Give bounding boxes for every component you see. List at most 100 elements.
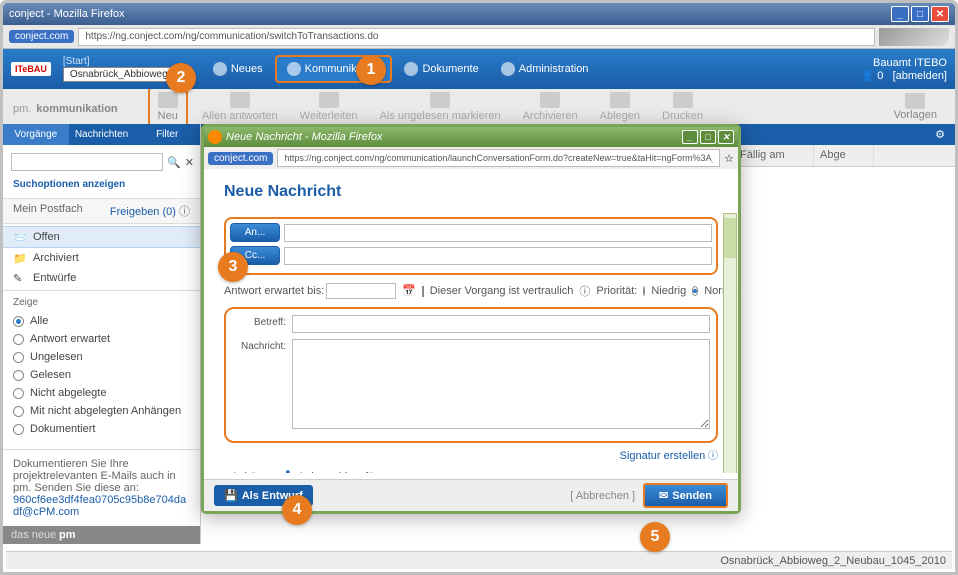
- status-project: Osnabrück_Abbioweg_2_Neubau_1045_2010: [720, 555, 946, 567]
- user-name: Bauamt ITEBO: [861, 57, 948, 69]
- nav-dokumente[interactable]: Dokumente: [394, 57, 488, 81]
- tab-nachrichten[interactable]: Nachrichten: [69, 124, 135, 145]
- betreff-row: Betreff:: [232, 315, 710, 333]
- star-icon[interactable]: ☆: [724, 152, 734, 165]
- radio-mit-anhaengen[interactable]: Mit nicht abgelegten Anhängen: [3, 402, 200, 420]
- tab-vorgaenge[interactable]: Vorgänge: [3, 124, 69, 145]
- radio-alle[interactable]: Alle: [3, 312, 200, 330]
- folder-archiviert[interactable]: 📁Archiviert: [3, 248, 200, 268]
- rss-icon: [213, 62, 227, 76]
- gear-icon: [501, 62, 515, 76]
- tab-filter[interactable]: Filter: [134, 124, 200, 145]
- minimize-button[interactable]: _: [891, 6, 909, 22]
- scrollbar-thumb[interactable]: [724, 218, 736, 258]
- logo-swoosh: [879, 28, 949, 46]
- content-area: Vorgänge Nachrichten Filter 🔍 ✕ Suchopti…: [3, 124, 955, 544]
- tool-weiterleiten[interactable]: Weiterleiten: [292, 89, 366, 125]
- prio-niedrig-radio[interactable]: [643, 286, 645, 296]
- archive-icon: [540, 92, 560, 108]
- radio-list: Alle Antwort erwartet Ungelesen Gelesen …: [3, 310, 200, 440]
- reply-all-icon: [230, 92, 250, 108]
- forward-icon: [319, 92, 339, 108]
- sidebar: Vorgänge Nachrichten Filter 🔍 ✕ Suchopti…: [3, 124, 201, 544]
- callout-1: 1: [356, 55, 386, 85]
- site-badge: conject.com: [9, 30, 74, 43]
- add-attachment-link[interactable]: Anhang hinzufügen: [298, 471, 393, 474]
- nav-administration[interactable]: Administration: [491, 57, 599, 81]
- radio-antwort-erwartet[interactable]: Antwort erwartet: [3, 330, 200, 348]
- sub-header: pm. kommunikation Neu Allen antworten We…: [3, 89, 955, 124]
- popup-maximize[interactable]: □: [700, 130, 716, 144]
- options-row: Antwort erwartet bis: 📅 Dieser Vorgang i…: [224, 283, 718, 299]
- popup-close[interactable]: ✕: [718, 130, 734, 144]
- radio-dokumentiert[interactable]: Dokumentiert: [3, 420, 200, 438]
- freigeben-link[interactable]: Freigeben (0) ⓘ: [110, 203, 190, 219]
- radio-icon: [13, 352, 24, 363]
- tool-allen-antworten[interactable]: Allen antworten: [194, 89, 286, 125]
- prio-normal-radio[interactable]: [692, 286, 698, 296]
- main-titlebar: conject - Mozilla Firefox _ □ ✕: [3, 3, 955, 25]
- attach-row: Anhänge: ✚ Anhang hinzufügen: [224, 468, 718, 473]
- vertraulich-checkbox[interactable]: [422, 286, 424, 297]
- th-abge[interactable]: Abge: [814, 145, 874, 166]
- search-clear[interactable]: ✕: [185, 154, 194, 170]
- callout-3: 3: [218, 252, 248, 282]
- search-input[interactable]: [11, 153, 163, 171]
- popup-url-input[interactable]: [277, 149, 720, 167]
- radio-icon: [13, 406, 24, 417]
- tool-drucken[interactable]: Drucken: [654, 89, 711, 125]
- search-button[interactable]: 🔍: [167, 154, 181, 170]
- tool-vorlagen[interactable]: Vorlagen: [886, 90, 945, 124]
- nav-neues[interactable]: Neues: [203, 57, 273, 81]
- maximize-button[interactable]: □: [911, 6, 929, 22]
- popup-scrollbar[interactable]: [723, 213, 737, 473]
- close-button[interactable]: ✕: [931, 6, 949, 22]
- itebau-logo: ITeBAU: [11, 62, 51, 76]
- project-select[interactable]: Osnabrück_Abbioweg_2: [63, 67, 183, 82]
- cc-field[interactable]: [284, 247, 712, 265]
- radio-gelesen[interactable]: Gelesen: [3, 366, 200, 384]
- popup-addressbar: conject.com ☆: [204, 147, 738, 169]
- subject-highlight: Betreff: Nachricht:: [224, 307, 718, 443]
- radio-ungelesen[interactable]: Ungelesen: [3, 348, 200, 366]
- popup-titlebar: Neue Nachricht - Mozilla Firefox _ □ ✕: [204, 127, 738, 147]
- search-options-link[interactable]: Suchoptionen anzeigen: [3, 179, 200, 198]
- calendar-icon[interactable]: 📅: [402, 284, 416, 298]
- status-bar: Osnabrück_Abbioweg_2_Neubau_1045_2010: [6, 551, 952, 569]
- callout-5: 5: [640, 522, 670, 552]
- cancel-link[interactable]: [ Abbrechen ]: [570, 490, 635, 502]
- envelope-send-icon: ✉: [659, 489, 668, 502]
- envelope-icon: [158, 92, 178, 108]
- logout-link[interactable]: [abmelden]: [893, 70, 947, 82]
- radio-nicht-abgelegte[interactable]: Nicht abgelegte: [3, 384, 200, 402]
- callout-4: 4: [282, 495, 312, 525]
- nachricht-field[interactable]: [292, 339, 710, 429]
- th-faellig[interactable]: Fällig am: [734, 145, 814, 166]
- user-icon: 👤: [861, 69, 875, 82]
- popup-site-badge: conject.com: [208, 152, 273, 165]
- signatur-link[interactable]: Signatur erstellen ⓘ: [224, 447, 718, 462]
- radio-icon: [13, 388, 24, 399]
- folder-offen[interactable]: 📨Offen: [3, 226, 200, 248]
- tool-ungelesen[interactable]: Als ungelesen markieren: [372, 89, 509, 125]
- betreff-field[interactable]: [292, 315, 710, 333]
- date-field[interactable]: [326, 283, 396, 299]
- doc-email-link[interactable]: 960cf6ee3df4fea0705c95b8e704dadf@cPM.com: [13, 494, 186, 518]
- info-icon[interactable]: ⓘ: [579, 283, 590, 299]
- settings-icon[interactable]: ⚙: [935, 128, 945, 141]
- tool-archivieren[interactable]: Archivieren: [515, 89, 586, 125]
- popup-minimize[interactable]: _: [682, 130, 698, 144]
- folder-list: 📨Offen 📁Archiviert ✎Entwürfe: [3, 224, 200, 290]
- prio-label: Priorität:: [596, 285, 637, 297]
- send-button[interactable]: ✉Senden: [643, 483, 728, 508]
- print-icon: [673, 92, 693, 108]
- an-field[interactable]: [284, 224, 712, 242]
- envelope-open-icon: 📨: [13, 231, 27, 243]
- file-icon: [610, 92, 630, 108]
- url-input[interactable]: [78, 28, 875, 46]
- folder-entwuerfe[interactable]: ✎Entwürfe: [3, 268, 200, 288]
- start-link[interactable]: [Start]: [63, 56, 183, 67]
- tool-ablegen[interactable]: Ablegen: [592, 89, 648, 125]
- address-bar: conject.com: [3, 25, 955, 49]
- an-button[interactable]: An...: [230, 223, 280, 242]
